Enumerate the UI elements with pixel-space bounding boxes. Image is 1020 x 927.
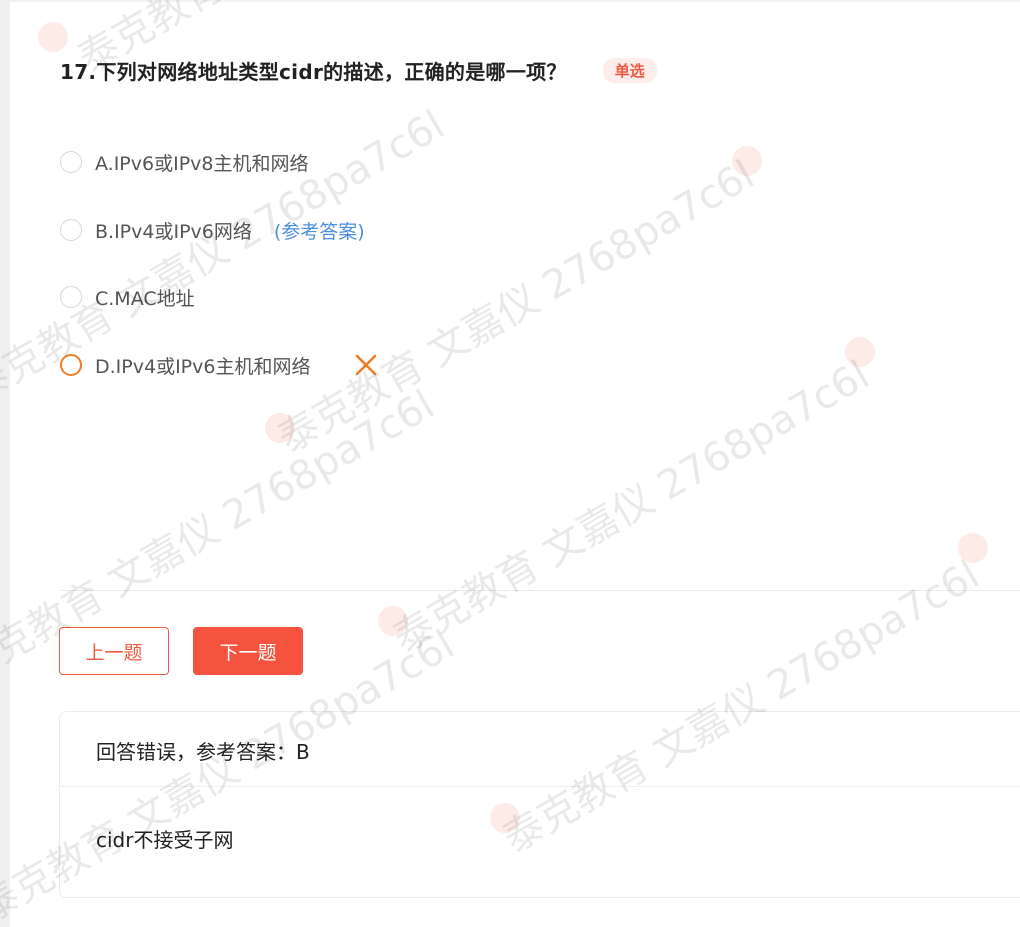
- top-divider: [10, 0, 1020, 2]
- option-a-label: A.IPv6或IPv8主机和网络: [95, 152, 309, 175]
- watermark: 泰克教育 文嘉仪 2768pa7c6l: [385, 351, 878, 663]
- option-d-label: D.IPv4或IPv6主机和网络: [95, 355, 311, 378]
- radio-d[interactable]: [60, 354, 82, 376]
- result-status: 回答错误，参考答案：B: [96, 740, 310, 764]
- option-a[interactable]: A.IPv6或IPv8主机和网络: [60, 149, 309, 175]
- answer-explanation: cidr不接受子网: [96, 828, 234, 852]
- watermark-logo-icon: [845, 337, 875, 367]
- quiz-page: 17.下列对网络地址类型cidr的描述，正确的是哪一项？ 单选 A.IPv6或I…: [0, 0, 1020, 927]
- watermark-logo-icon: [265, 413, 295, 443]
- question-type-badge: 单选: [602, 57, 657, 83]
- watermark-logo-icon: [958, 533, 988, 563]
- radio-a[interactable]: [60, 151, 82, 173]
- option-c[interactable]: C.MAC地址: [60, 284, 195, 310]
- radio-b[interactable]: [60, 219, 82, 241]
- prev-question-button[interactable]: 上一题: [59, 627, 169, 675]
- watermark-logo-icon: [732, 146, 762, 176]
- option-d[interactable]: D.IPv4或IPv6主机和网络: [60, 352, 378, 378]
- question-header: 17.下列对网络地址类型cidr的描述，正确的是哪一项？ 单选: [60, 54, 657, 86]
- section-divider: [60, 590, 1020, 591]
- watermark: 泰克教育 文嘉仪 2768pa7c6l: [270, 151, 763, 463]
- result-card: 回答错误，参考答案：B cidr不接受子网: [59, 711, 1020, 898]
- option-c-label: C.MAC地址: [95, 287, 195, 310]
- watermark-logo-icon: [378, 606, 408, 636]
- x-mark-icon: [356, 354, 377, 376]
- reference-answer-tag: (参考答案): [273, 220, 365, 243]
- radio-c[interactable]: [60, 286, 82, 308]
- question-title: 17.下列对网络地址类型cidr的描述，正确的是哪一项？: [60, 59, 567, 84]
- result-divider: [60, 786, 1020, 787]
- left-scroll-strip: [0, 0, 10, 927]
- option-b[interactable]: B.IPv4或IPv6网络 (参考答案): [60, 217, 365, 243]
- watermark-logo-icon: [38, 22, 68, 52]
- next-question-button[interactable]: 下一题: [193, 627, 303, 675]
- option-b-label: B.IPv4或IPv6网络: [95, 220, 252, 243]
